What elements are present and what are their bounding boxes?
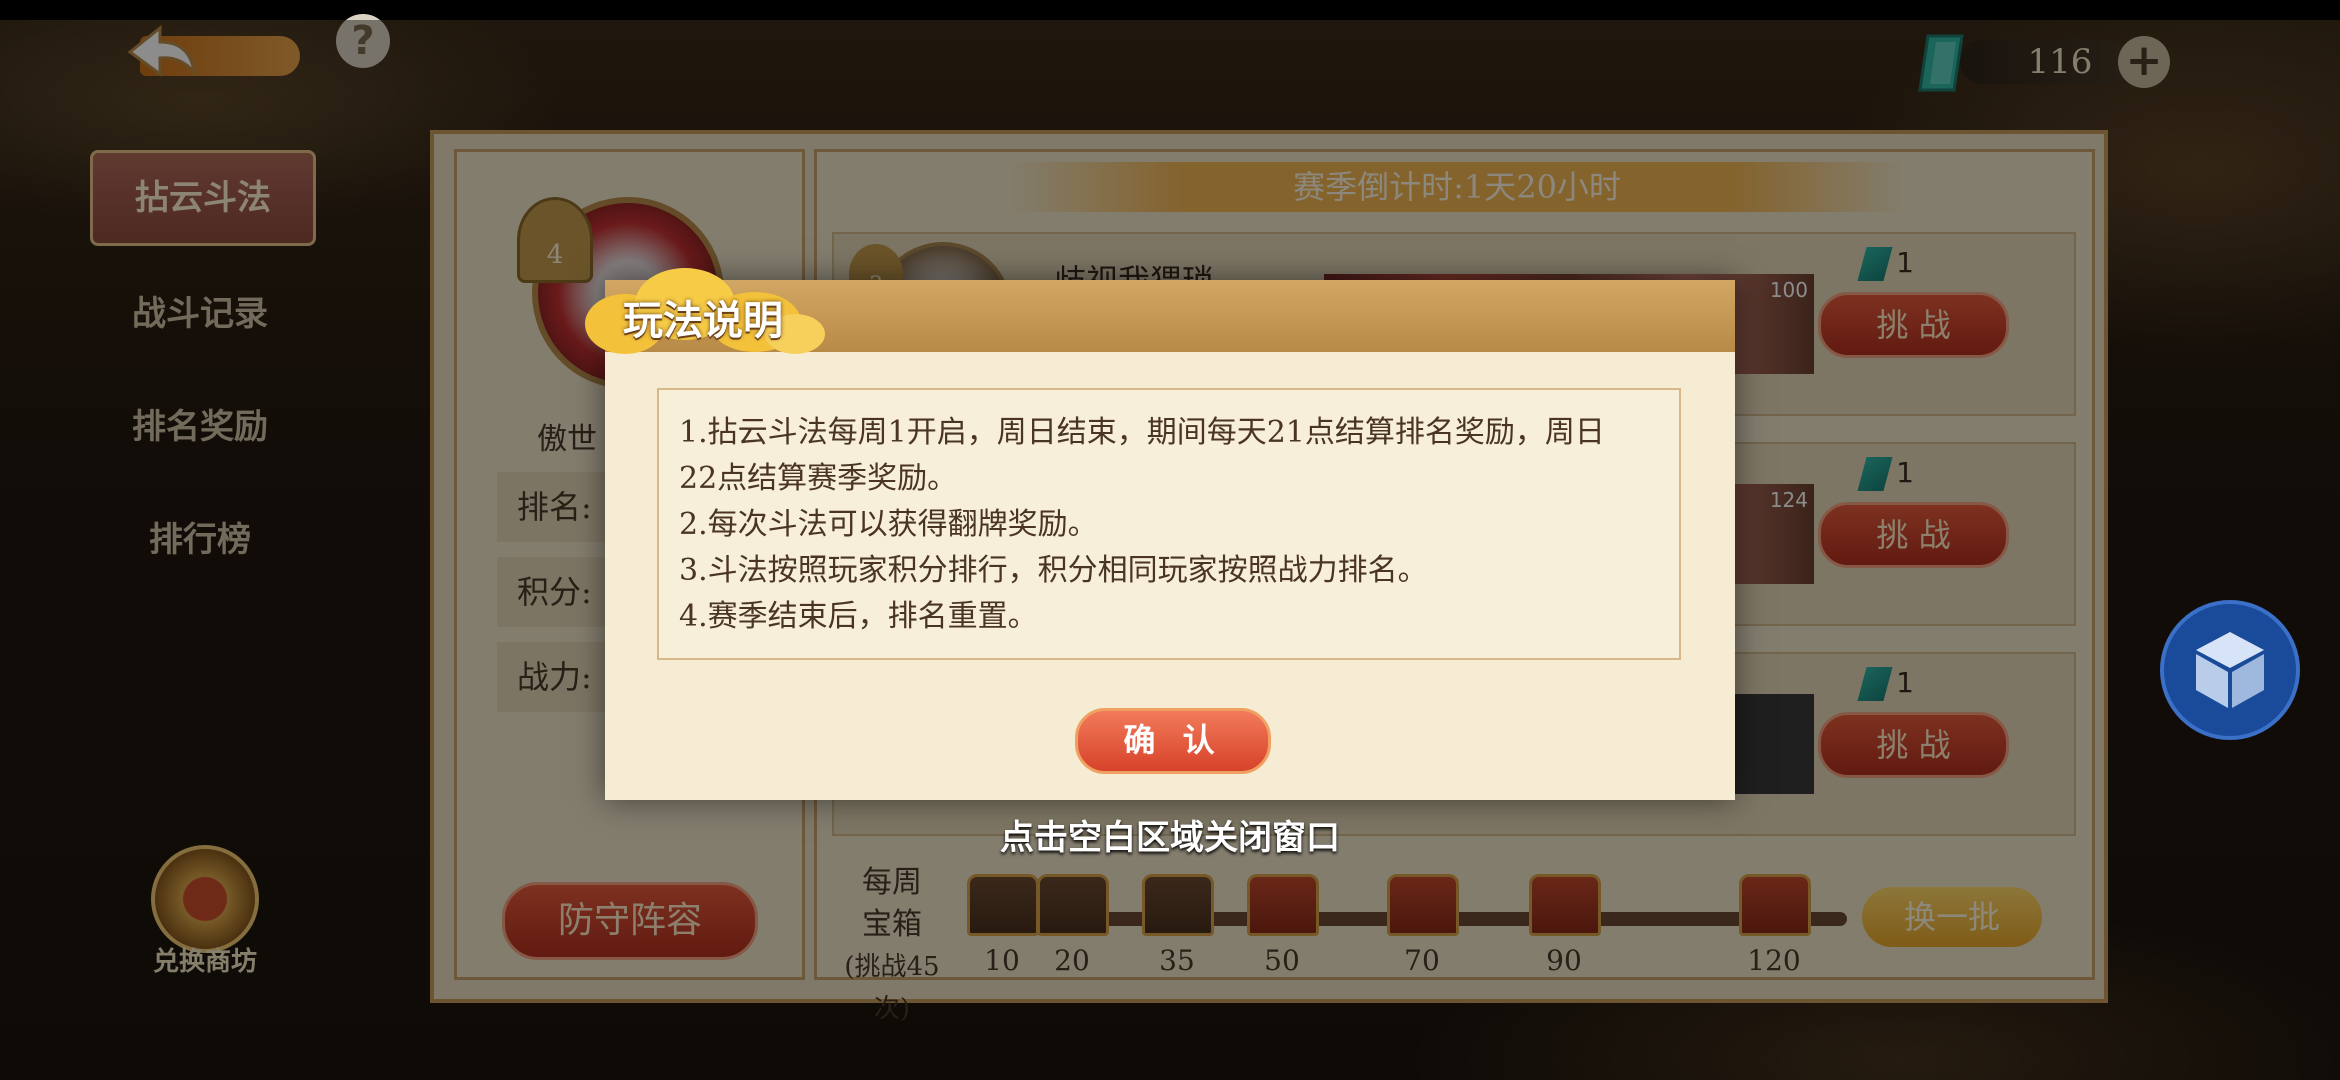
rule-line: 22点结算赛季奖励。 — [679, 461, 958, 496]
rule-line: 4.赛季结束后，排名重置。 — [679, 599, 1038, 634]
dialog-title: 玩法说明 — [623, 298, 783, 344]
rule-line: 2.每次斗法可以获得翻牌奖励。 — [679, 507, 1098, 542]
confirm-button[interactable]: 确 认 — [1075, 708, 1271, 774]
rule-line: 1.拈云斗法每周1开启，周日结束，期间每天21点结算排名奖励，周日 — [679, 415, 1605, 450]
floating-cube-button[interactable] — [2160, 600, 2300, 740]
rules-dialog: 玩法说明 1.拈云斗法每周1开启，周日结束，期间每天21点结算排名奖励，周日 2… — [585, 268, 1735, 800]
rules-text-box: 1.拈云斗法每周1开启，周日结束，期间每天21点结算排名奖励，周日 22点结算赛… — [657, 388, 1681, 660]
cube-icon — [2196, 632, 2264, 708]
dialog-header: 玩法说明 — [585, 268, 1735, 354]
rule-line: 3.斗法按照玩家积分排行，积分相同玩家按照战力排名。 — [679, 553, 1428, 588]
close-hint: 点击空白区域关闭窗口 — [1000, 818, 1340, 858]
